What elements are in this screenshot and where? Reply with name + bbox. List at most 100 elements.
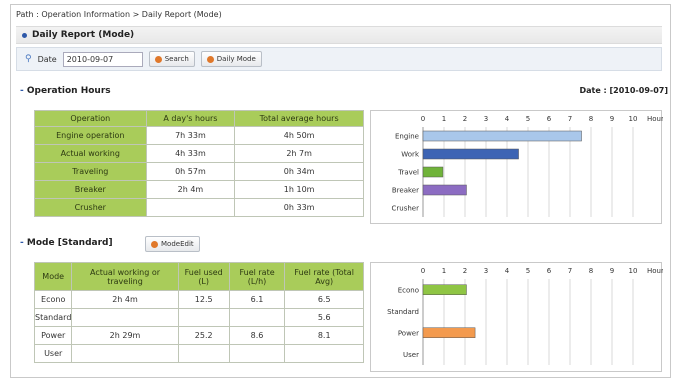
mode-header-1: Actual working or traveling [71,262,179,291]
mode-header-0: Mode [33,262,73,291]
mode-cell: 6.1 [228,290,286,309]
x-tick-label: 4 [505,267,510,275]
category-label: Power [398,329,419,337]
mode-cell: 2h 29m [71,326,179,345]
mode-cell [177,308,230,327]
bar [422,130,582,142]
bar [422,284,467,295]
bar [422,166,444,178]
mode-cell: 5.6 [284,308,364,327]
x-tick-label: 3 [484,267,488,275]
x-tick-label: 6 [547,115,552,123]
ops-cell: 4h 50m [234,126,364,145]
bar [422,184,467,196]
mode-edit-label: ModeEdit [161,240,194,248]
x-tick-label: 8 [589,115,593,123]
ops-cell [145,198,236,217]
table-row: User [33,344,364,363]
mode-cell: 6.5 [284,290,364,309]
mode-cell [228,308,286,327]
operation-hours-title: Operation Hours [20,86,111,96]
x-tick-label: 10 [629,115,638,123]
mode-edit-button[interactable]: ModeEdit [145,236,200,252]
search-bar: ⚲ Date Search Daily Mode [16,47,662,71]
x-tick-label: 9 [610,267,614,275]
mode-cell [71,308,179,327]
breadcrumb: Path : Operation Information > Daily Rep… [16,10,222,19]
x-tick-label: 4 [505,115,510,123]
mode-cell: User [33,344,73,363]
bar [422,327,476,338]
table-row: Actual working 4h 33m 2h 7m [34,144,364,163]
x-tick-label: 3 [484,115,488,123]
x-tick-label: 8 [589,267,593,275]
category-label: Engine [395,133,419,141]
category-label: Work [401,151,420,159]
ops-cell: 1h 10m [234,180,364,199]
x-tick-label: 7 [568,115,572,123]
search-button-label: Search [164,55,189,63]
x-tick-label: 9 [610,115,614,123]
table-row: Econo 2h 4m 12.5 6.1 6.5 [33,290,364,309]
x-tick-label: 6 [547,267,552,275]
date-input[interactable] [62,51,143,67]
table-row: Crusher 0h 33m [34,198,364,217]
table-row: Breaker 2h 4m 1h 10m [34,180,364,199]
ops-cell: 0h 57m [145,162,236,181]
mode-header-2: Fuel used (L) [177,262,230,291]
category-label: User [403,351,419,359]
ops-header-0: Operation [34,110,147,127]
mode-edit-icon [151,240,158,248]
category-label: Standard [387,308,419,316]
ops-cell: 2h 7m [234,144,364,163]
daily-mode-label: Daily Mode [216,55,256,63]
x-tick-label: 2 [463,267,467,275]
mode-cell: 25.2 [177,326,230,345]
x-tick-label: 0 [421,115,425,123]
ops-cell: 4h 33m [145,144,236,163]
mode-cell [284,344,364,363]
mode-cell [71,344,179,363]
mode-chart: 0 1 2 3 4 5 6 7 8 9 10 Hour Econo Standard Power User [370,262,664,372]
x-tick-label: 1 [442,267,446,275]
mode-cell: Econo [33,290,73,309]
table-row: Traveling 0h 57m 0h 34m [34,162,364,181]
mode-cell [228,344,286,363]
ops-cell: 7h 33m [145,126,236,145]
mode-title: Mode [Standard] [20,238,113,248]
unit-label: Hour [647,267,663,275]
ops-cell: Actual working [34,144,147,163]
daily-mode-icon [206,55,214,63]
category-label: Crusher [392,205,420,213]
x-tick-label: 2 [463,115,467,123]
mode-table: Mode Actual working or traveling Fuel used… [33,262,364,363]
x-tick-label: 5 [526,115,530,123]
ops-cell: 0h 34m [234,162,364,181]
x-tick-label: 7 [568,267,572,275]
table-row: Power 2h 29m 25.2 8.6 8.1 [33,326,364,345]
category-label: Econo [398,286,419,294]
search-button[interactable]: Search [148,51,195,67]
x-tick-label: 0 [421,267,425,275]
ops-cell: 0h 33m [234,198,364,217]
x-tick-label: 1 [442,115,446,123]
operation-hours-table: Operation A day's hours Total average hour… [34,110,364,217]
bar [422,148,519,160]
page-title-bar: Daily Report (Mode) [16,26,662,44]
mode-header-4: Fuel rate (Total Avg) [284,262,364,291]
search-icon: ⚲ [25,54,32,64]
ops-cell: Engine operation [34,126,147,145]
bullet-icon [22,32,27,38]
page-title: Daily Report (Mode) [32,30,135,40]
ops-header-2: Total average hours [234,110,364,127]
ops-cell: Breaker [34,180,147,199]
mode-header-3: Fuel rate (L/h) [228,262,286,291]
search-button-icon [154,55,162,63]
category-label: Breaker [392,187,419,195]
unit-label: Hour [647,115,663,123]
table-row: Engine operation 7h 33m 4h 50m [34,126,364,145]
daily-mode-button[interactable]: Daily Mode [200,51,262,67]
mode-cell: Standard [33,308,73,327]
mode-cell: 2h 4m [71,290,179,309]
x-tick-label: 5 [526,267,530,275]
